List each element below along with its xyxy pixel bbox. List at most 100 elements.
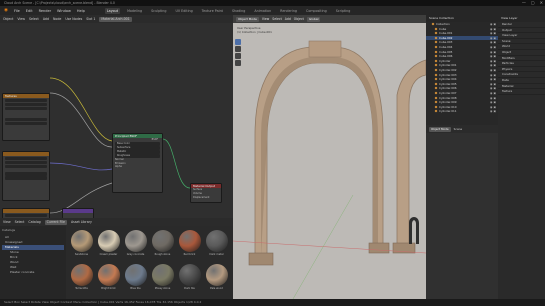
asset-tile[interactable]: Dark tile [177, 264, 202, 290]
image-texture-node-2[interactable] [2, 151, 50, 201]
menu-help[interactable]: Help [77, 9, 85, 13]
node-field[interactable] [5, 106, 47, 110]
node-input-roughness[interactable]: Roughness [115, 154, 160, 158]
asset-tile[interactable]: Rough stone [150, 230, 175, 256]
node-input-subsurface[interactable]: Subsurface [115, 146, 160, 150]
asset-tile[interactable]: Pale wood [204, 264, 229, 290]
move-tool-icon[interactable] [235, 53, 241, 59]
tab-layout[interactable]: Layout [104, 7, 121, 14]
asset-tile[interactable]: Blue tile [123, 264, 148, 290]
asset-label: Pale wood [210, 287, 223, 290]
node-add-menu[interactable]: Add [43, 17, 49, 21]
asset-view-menu[interactable]: View [3, 220, 11, 224]
image-texture-node[interactable]: Textures [2, 93, 50, 141]
node-input-metallic[interactable]: Metallic [115, 150, 160, 154]
node-input-alpha: Alpha [115, 165, 122, 169]
image-texture-node-3[interactable] [2, 208, 50, 218]
menu-edit[interactable]: Edit [26, 9, 33, 13]
material-selector[interactable]: Material.Arch.001 [99, 16, 132, 22]
menubar: ◉ File Edit Render Window Help Layout Mo… [0, 6, 545, 15]
node-field[interactable] [5, 176, 47, 180]
node-editor-header: Object View Select Add Node Use Nodes Sl… [0, 15, 233, 23]
node-input-base-color[interactable]: Base Color [115, 142, 160, 146]
outliner-item[interactable]: Cylinder.011 ◉ ▣ [426, 109, 498, 114]
node-label [5, 114, 47, 117]
view-collection-label: (1) Collection | Cube.001 [237, 30, 272, 34]
properties-mode-selector[interactable]: Object Mode [429, 126, 451, 132]
tab-shading[interactable]: Shading [230, 8, 247, 14]
menu-window[interactable]: Window [57, 9, 71, 13]
menu-file[interactable]: File [14, 9, 20, 13]
asset-label: Rough stone [154, 253, 171, 256]
viewport-object-menu[interactable]: Object [294, 17, 304, 21]
tab-sculpting[interactable]: Sculpting [149, 8, 168, 14]
node-field[interactable] [5, 121, 47, 126]
asset-tile[interactable]: Mossy stone [150, 264, 175, 290]
properties-tab-item[interactable]: Texture [498, 89, 545, 95]
tab-modeling[interactable]: Modeling [125, 8, 144, 14]
node-field[interactable] [5, 160, 47, 164]
node-field[interactable] [5, 213, 47, 217]
viewport-view-menu[interactable]: View [262, 17, 269, 21]
node-title: Textures [3, 94, 49, 98]
asset-tile[interactable]: Dark metal [204, 230, 229, 256]
node-field[interactable] [5, 172, 47, 176]
node-editor-type-menu[interactable]: Object [3, 17, 13, 21]
node-field[interactable] [5, 98, 47, 102]
asset-tile[interactable]: Red brick [177, 230, 202, 256]
viewport-add-menu[interactable]: Add [285, 17, 291, 21]
mesh-icon [434, 63, 438, 67]
texture-coordinate-node[interactable] [62, 208, 94, 218]
outliner-list: Collection ◉ ▣ Cube ◉ ▣ Cube.001 ◉ ▣ Cube.002 ◉… [426, 22, 498, 114]
tab-animation[interactable]: Animation [252, 8, 273, 14]
mesh-icon [434, 82, 438, 86]
transform-orientation-selector[interactable]: Global [306, 16, 321, 22]
library-selector[interactable]: Current File [44, 219, 67, 225]
node-field[interactable] [5, 164, 47, 168]
menu-render[interactable]: Render [39, 9, 51, 13]
object-mode-selector[interactable]: Object Mode [236, 16, 259, 22]
asset-catalog-menu[interactable]: Catalog [28, 220, 40, 224]
tab-compositing[interactable]: Compositing [304, 8, 329, 14]
slot-selector[interactable]: Slot 1 [86, 17, 95, 21]
status-bar: Select Box Select Rotate View Object Con… [0, 299, 545, 306]
outliner-item-label: Cube.002 [439, 35, 453, 40]
tab-uv-editing[interactable]: UV Editing [173, 8, 194, 14]
mesh-icon [434, 100, 438, 104]
asset-select-menu[interactable]: Select [15, 220, 25, 224]
asset-library-label[interactable]: Asset Library [71, 220, 92, 224]
rotate-tool-icon[interactable] [235, 60, 241, 66]
3d-viewport[interactable]: Object Mode View Select Add Object Globa… [233, 15, 426, 299]
material-output-node[interactable]: Material Output Surface Volume Displacem… [190, 183, 222, 203]
asset-tile[interactable]: Sandstone [69, 230, 94, 256]
principled-bsdf-node[interactable]: Principled BSDF BSDF Base Color Subsurfa… [112, 133, 163, 193]
asset-tile[interactable]: Grey concrete [123, 230, 148, 256]
select-tool-icon[interactable] [235, 39, 241, 45]
material-preview-icon [97, 230, 120, 252]
node-select-menu[interactable]: Select [29, 17, 39, 21]
node-menu[interactable]: Node [53, 17, 61, 21]
tab-texture-paint[interactable]: Texture Paint [200, 8, 225, 14]
mesh-icon [434, 45, 438, 49]
outliner-item-label: Cylinder.008 [439, 95, 457, 100]
asset-tile[interactable]: Cream plaster [96, 230, 121, 256]
asset-label: Blue tile [130, 287, 141, 290]
node-editor-canvas[interactable]: Textures Principled BSDF BSDF Base Color… [0, 23, 233, 218]
use-nodes-toggle[interactable]: Use Nodes [65, 17, 82, 21]
mesh-icon [434, 109, 438, 113]
asset-tile[interactable]: Terracotta [69, 264, 94, 290]
viewport-select-menu[interactable]: Select [272, 17, 282, 21]
cursor-tool-icon[interactable] [235, 46, 241, 52]
node-view-menu[interactable]: View [17, 17, 25, 21]
visibility-icon[interactable]: ◉ ▣ [490, 109, 496, 114]
node-field[interactable] [5, 117, 47, 122]
node-field[interactable] [5, 102, 47, 106]
tab-scripting[interactable]: Scripting [334, 8, 353, 14]
asset-tile[interactable]: Bright brick [96, 264, 121, 290]
catalog-item[interactable]: Plaster concrete [2, 270, 64, 275]
node-title: Material Output [191, 184, 221, 188]
node-field[interactable] [5, 156, 47, 160]
view-layer-title: View Layer [498, 15, 545, 22]
blender-logo-icon[interactable]: ◉ [4, 8, 8, 13]
tab-rendering[interactable]: Rendering [278, 8, 299, 14]
